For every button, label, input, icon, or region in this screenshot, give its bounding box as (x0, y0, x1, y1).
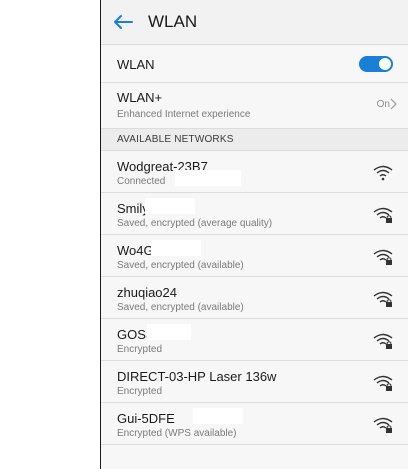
redaction-block (145, 198, 195, 214)
network-row[interactable]: zhuqiao24 Saved, encrypted (available) (101, 276, 408, 318)
wlan-switch[interactable] (359, 56, 393, 72)
network-status: Saved, encrypted (available) (117, 260, 244, 271)
back-arrow-icon[interactable] (112, 11, 134, 33)
wlan-plus-row[interactable]: WLAN+ Enhanced Internet experience On (101, 82, 408, 128)
wifi-locked-icon (373, 375, 393, 391)
network-status: Saved, encrypted (available) (117, 302, 244, 313)
network-row[interactable]: Gui-5DFE Encrypted (WPS available) (101, 402, 408, 444)
network-status: Connected (117, 176, 166, 187)
network-row[interactable]: Wo4G Saved, encrypted (available) (101, 234, 408, 276)
wlan-settings-screen: WLAN WLAN WLAN+ Enhanced Internet experi… (100, 0, 408, 469)
available-networks-header: AVAILABLE NETWORKS (101, 128, 408, 150)
wifi-locked-icon (373, 291, 393, 307)
network-name: Gui-5DFE (117, 411, 175, 426)
network-status: Encrypted (117, 344, 163, 355)
wlan-plus-label: WLAN+ (117, 90, 163, 105)
network-status: Encrypted (117, 386, 163, 397)
network-name: DIRECT-03-HP Laser 136w (117, 369, 277, 384)
network-row-partial[interactable] (101, 444, 408, 469)
network-row[interactable]: Wodgreat-23B7 Connected (101, 150, 408, 192)
network-status: Saved, encrypted (average quality) (117, 218, 273, 229)
chevron-right-icon (390, 98, 397, 110)
switch-knob (379, 58, 391, 70)
wifi-icon (373, 165, 393, 181)
wifi-locked-icon (373, 207, 393, 223)
redaction-block (147, 324, 191, 340)
redaction-block (193, 408, 243, 424)
redaction-block (151, 240, 201, 256)
network-name: zhuqiao24 (117, 285, 177, 300)
wifi-locked-icon (373, 417, 393, 433)
network-row[interactable]: DIRECT-03-HP Laser 136w Encrypted (101, 360, 408, 402)
wlan-label: WLAN (117, 57, 155, 72)
top-bar: WLAN (101, 0, 408, 44)
network-status: Encrypted (WPS available) (117, 428, 237, 439)
wifi-locked-icon (373, 333, 393, 349)
wifi-locked-icon (373, 249, 393, 265)
network-name: Wo4G (117, 243, 154, 258)
page-title: WLAN (148, 12, 198, 31)
redaction-block (175, 170, 241, 186)
wlan-plus-sublabel: Enhanced Internet experience (117, 109, 251, 120)
wlan-toggle-row[interactable]: WLAN (101, 44, 408, 82)
section-title: AVAILABLE NETWORKS (117, 134, 234, 145)
network-name: Smily (117, 201, 149, 216)
